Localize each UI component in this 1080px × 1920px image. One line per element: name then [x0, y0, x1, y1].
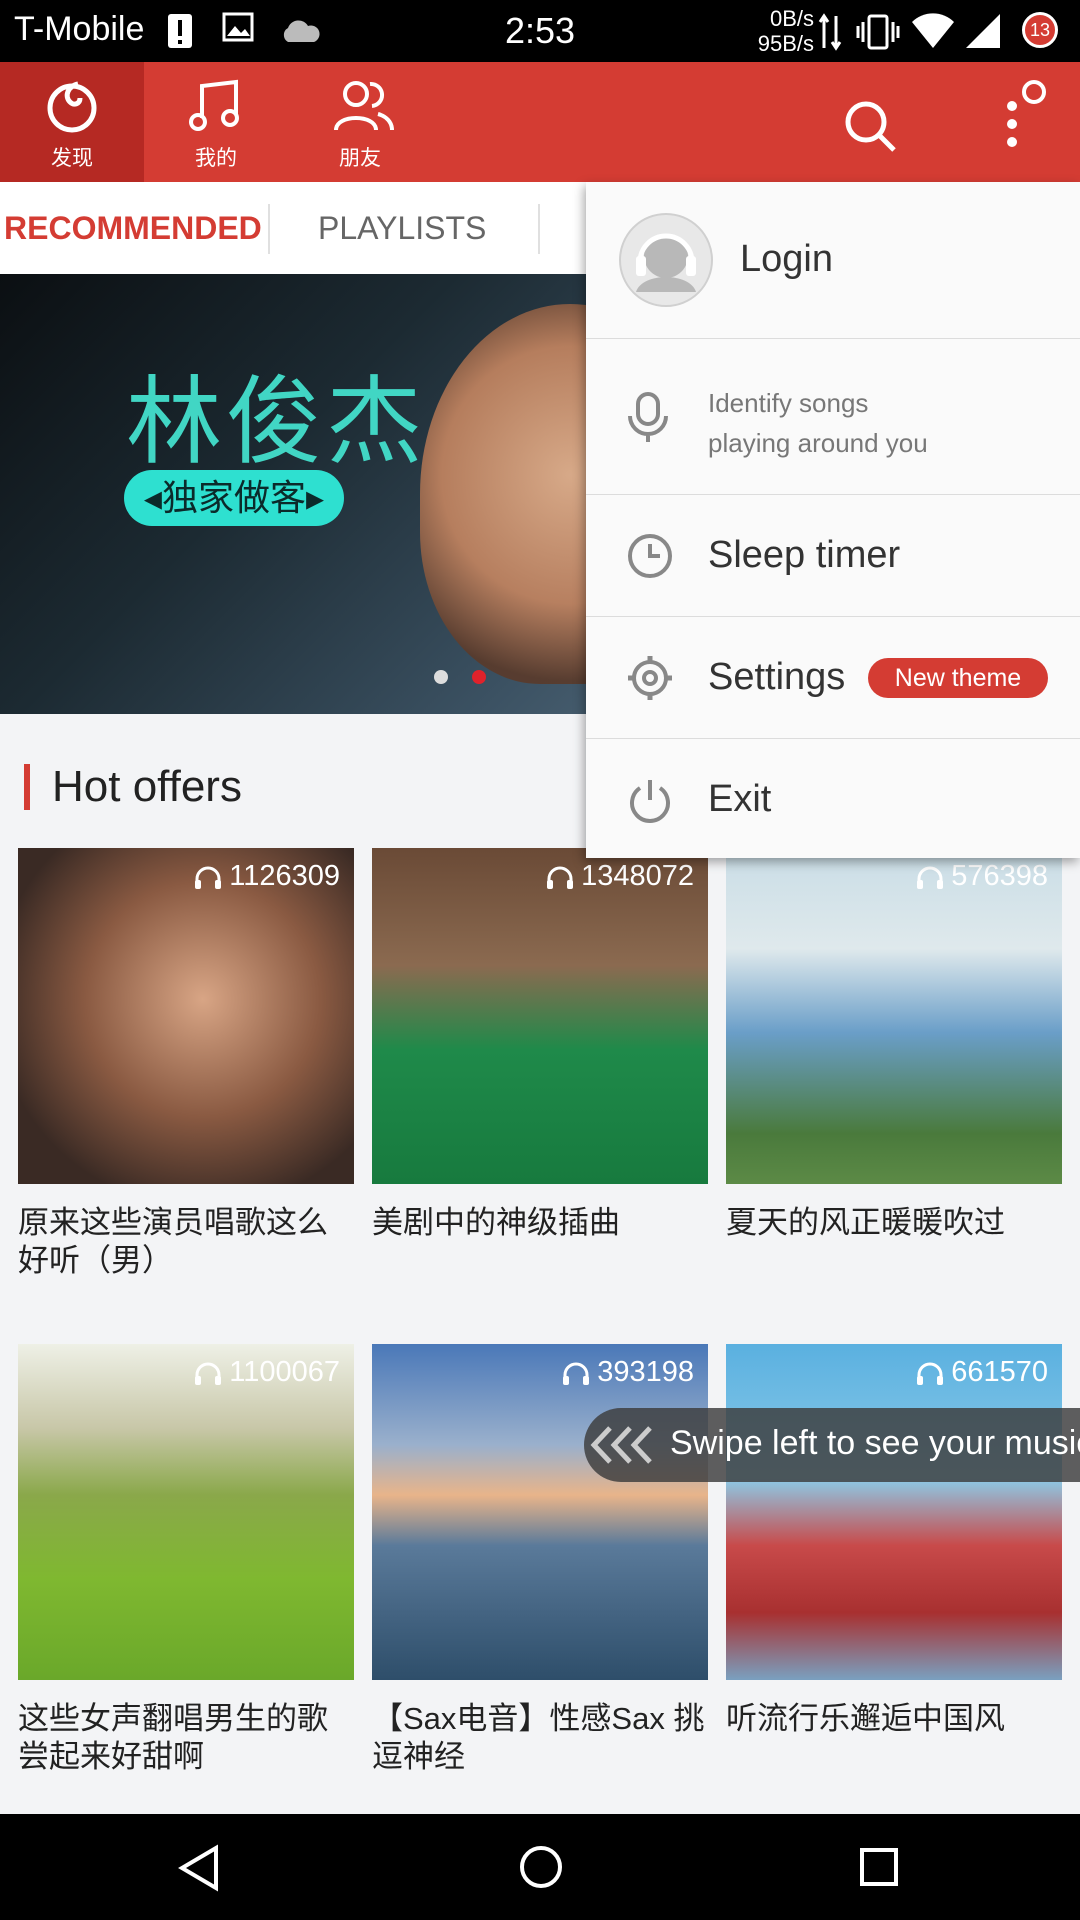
sleep-timer-label: Sleep timer [708, 534, 901, 576]
tab-divider [538, 204, 540, 254]
playlist-cover: 1126309 [18, 848, 354, 1184]
headphones-icon [195, 866, 222, 890]
playlist-cover: 393198 [372, 1344, 708, 1680]
headphones-icon [917, 866, 944, 890]
home-icon[interactable] [518, 1844, 564, 1890]
play-count: 1100067 [193, 1356, 340, 1389]
play-count: 393198 [561, 1356, 694, 1389]
playlist-card[interactable]: 1348072 美剧中的神级插曲 [372, 848, 708, 1242]
network-speed: 0B/s 95B/s [757, 6, 814, 56]
swipe-hint-toast: Swipe left to see your music [584, 1408, 1080, 1482]
avatar-icon [619, 213, 713, 307]
notification-badge: 13 [1022, 12, 1058, 48]
playlist-title: 听流行乐邂逅中国风 [726, 1701, 1005, 1736]
search-button[interactable] [820, 62, 920, 182]
power-icon [630, 780, 670, 823]
tab-recommended[interactable]: RECOMMENDED [4, 210, 262, 247]
play-count: 1348072 [545, 860, 694, 893]
friends-icon [334, 81, 394, 131]
section-title: Hot offers [52, 762, 242, 811]
overflow-menu-button[interactable] [976, 62, 1076, 182]
clock-icon [628, 534, 672, 578]
identify-line-2: playing around you [708, 428, 928, 458]
banner-dot-active [472, 670, 486, 684]
playlist-title: 夏天的风正暖暖吹过 [726, 1205, 1005, 1240]
banner-dot [434, 670, 448, 684]
headphones-icon [917, 1362, 944, 1386]
tab-friends[interactable]: 朋友 [288, 62, 432, 182]
netease-logo-icon [47, 81, 97, 133]
exit-label: Exit [708, 778, 772, 820]
playlist-cover: 576398 [726, 848, 1062, 1184]
recents-icon[interactable] [858, 1846, 900, 1888]
play-count: 576398 [915, 860, 1048, 893]
system-nav-bar [0, 1814, 1080, 1920]
tab-label: 朋友 [339, 147, 381, 170]
playlist-title: 这些女声翻唱男生的歌尝起来好甜啊 [18, 1701, 328, 1774]
headphones-icon [563, 1362, 590, 1386]
music-note-icon [189, 79, 239, 131]
tab-divider [268, 204, 270, 254]
status-bar: T-Mobile 2:53 0B/s 95B/s 13 [0, 0, 1080, 62]
playlist-title: 美剧中的神级插曲 [372, 1205, 620, 1240]
vibrate-icon [856, 14, 900, 50]
top-app-bar: 发现 我的 朋友 [0, 62, 1080, 182]
play-count: 1126309 [193, 860, 340, 893]
banner-artist-name: 林俊杰 [126, 369, 426, 476]
wifi-icon [912, 13, 954, 48]
tab-label: 发现 [51, 147, 93, 170]
new-theme-badge: New theme [868, 658, 1048, 698]
playlist-card[interactable]: 1126309 原来这些演员唱歌这么好听（男） [18, 848, 354, 1280]
playlist-card[interactable]: 1100067 这些女声翻唱男生的歌尝起来好甜啊 [18, 1344, 354, 1776]
playlist-title: 原来这些演员唱歌这么好听（男） [18, 1205, 328, 1278]
menu-item-sleep-timer[interactable]: Sleep timer [586, 494, 1080, 617]
microphone-icon [628, 392, 668, 442]
playlist-card[interactable]: 576398 夏天的风正暖暖吹过 [726, 848, 1062, 1242]
tab-label: 我的 [195, 147, 237, 170]
menu-item-settings[interactable]: Settings New theme [586, 616, 1080, 739]
tab-playlists[interactable]: PLAYLISTS [318, 210, 486, 247]
menu-item-identify-songs[interactable]: Identify songs playing around you [586, 338, 1080, 495]
playlist-card[interactable]: 661570 听流行乐邂逅中国风 [726, 1344, 1062, 1738]
menu-item-exit[interactable]: Exit [586, 738, 1080, 858]
login-label: Login [740, 238, 833, 280]
search-icon [845, 101, 896, 152]
signal-icon [966, 14, 1000, 48]
menu-item-login[interactable]: Login [586, 182, 1080, 339]
tab-mine[interactable]: 我的 [144, 62, 288, 182]
play-count: 661570 [915, 1356, 1048, 1389]
section-accent-bar [24, 764, 30, 810]
playlist-cover: 1348072 [372, 848, 708, 1184]
swipe-hint-text: Swipe left to see your music [670, 1424, 1080, 1462]
identify-line-1: Identify songs [708, 388, 869, 418]
back-icon[interactable] [176, 1844, 222, 1892]
chevrons-left-icon [590, 1426, 652, 1464]
settings-label: Settings [708, 656, 846, 698]
settings-gear-icon [628, 656, 672, 700]
banner-tag: ◂独家做客▸ [124, 470, 344, 526]
headphones-icon [547, 866, 574, 890]
playlist-title: 【Sax电音】性感Sax 挑逗神经 [372, 1701, 705, 1774]
playlist-cover: 1100067 [18, 1344, 354, 1680]
data-arrows-icon [818, 13, 842, 51]
headphones-icon [195, 1362, 222, 1386]
overflow-menu: Login Identify songs playing around you … [586, 182, 1080, 858]
playlist-cover: 661570 [726, 1344, 1062, 1680]
more-vertical-icon [1007, 80, 1046, 147]
tab-discover[interactable]: 发现 [0, 62, 144, 182]
